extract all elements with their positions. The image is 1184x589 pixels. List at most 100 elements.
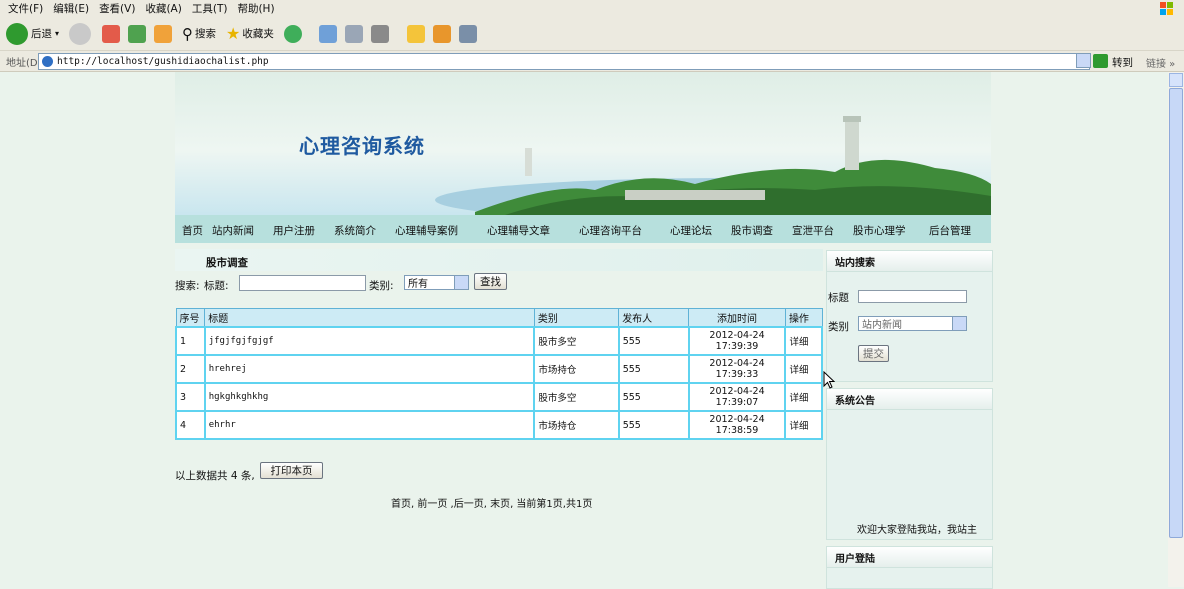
favorites-button[interactable]: ★ 收藏夹 — [226, 24, 274, 43]
chevron-down-icon: ▾ — [55, 29, 60, 38]
survey-table: 序号 标题 类别 发布人 添加时间 操作 1 jfgjfgjfgjgf 股市多空… — [175, 308, 823, 440]
go-button[interactable]: 转到 — [1112, 55, 1133, 70]
cell-no: 1 — [175, 326, 206, 356]
sidebar-category-value: 站内新闻 — [862, 320, 902, 331]
menu-file[interactable]: 文件(F) — [8, 1, 43, 16]
cell-title: jfgjfgjfgjgf — [203, 326, 536, 356]
notice-box: 系统公告 欢迎大家登陆我站，我站主 — [826, 388, 993, 540]
menu-favorites[interactable]: 收藏(A) — [145, 1, 181, 16]
nav-cases[interactable]: 心理辅导案例 — [395, 223, 458, 238]
sidebar-title-input[interactable] — [858, 290, 967, 303]
notice-text: 欢迎大家登陆我站，我站主 — [857, 525, 977, 536]
messenger-icon[interactable] — [432, 24, 451, 43]
col-header-time: 添加时间 — [688, 308, 786, 328]
cell-publisher: 555 — [617, 354, 690, 384]
table-row: 1 jfgjfgjfgjgf 股市多空 555 2012-04-24 17:39:… — [175, 326, 823, 356]
cell-title: ehrhr — [203, 410, 536, 440]
nav-survey[interactable]: 股市调查 — [731, 223, 773, 238]
sidebar-category-select[interactable]: 站内新闻 — [858, 316, 967, 331]
detail-link[interactable]: 详细 — [784, 354, 823, 384]
mail-icon[interactable] — [318, 24, 337, 43]
sidebar: 站内搜索 标题 类别 站内新闻 提交 系统公告 欢迎大家登陆我站，我站主 用户登… — [826, 250, 993, 589]
back-label: 后退 — [31, 28, 52, 40]
pagination[interactable]: 首页, 前一页 ,后一页, 末页, 当前第1页,共1页 — [391, 495, 592, 510]
cell-time-text: 17:39:39 — [715, 341, 759, 352]
menu-edit[interactable]: 编辑(E) — [53, 1, 89, 16]
page-title: 股市调查 — [206, 257, 248, 269]
site-search-heading: 站内搜索 — [827, 251, 992, 272]
site-banner: 心理咨询系统 — [175, 72, 991, 215]
cell-no: 2 — [175, 354, 206, 384]
windows-logo-icon — [1160, 2, 1173, 15]
cell-category: 市场持仓 — [533, 410, 620, 440]
forward-arrow-icon[interactable] — [69, 22, 92, 45]
detail-link[interactable]: 详细 — [784, 382, 823, 412]
notice-heading: 系统公告 — [827, 389, 992, 410]
search-label: 搜索 — [195, 28, 217, 40]
links-button[interactable]: 链接 » — [1146, 55, 1175, 70]
cell-category: 股市多空 — [533, 382, 620, 412]
cell-time-text: 17:39:33 — [715, 369, 759, 380]
cell-date-text: 2012-04-24 — [709, 386, 765, 397]
nav-home[interactable]: 首页 — [182, 223, 203, 238]
cell-time: 2012-04-24 17:39:07 — [687, 382, 787, 412]
search-button[interactable]: ⚲ 搜索 — [182, 25, 216, 43]
cell-no: 3 — [175, 382, 206, 412]
home-icon[interactable] — [154, 24, 173, 43]
detail-link[interactable]: 详细 — [784, 410, 823, 440]
detail-link[interactable]: 详细 — [784, 326, 823, 356]
site-search-box: 站内搜索 标题 类别 站内新闻 提交 — [826, 250, 993, 382]
main-content: 股市调查 搜索: 标题: 类别: 所有 查找 序号 标题 类别 发布人 添加时间… — [175, 247, 823, 587]
star-icon: ★ — [226, 24, 241, 43]
nav-consult[interactable]: 心理咨询平台 — [579, 223, 642, 238]
scroll-up-icon[interactable] — [1169, 73, 1183, 87]
nav-about[interactable]: 系统简介 — [334, 223, 376, 238]
cell-date-text: 2012-04-24 — [709, 330, 765, 341]
stop-icon[interactable] — [102, 24, 121, 43]
col-header-title: 标题 — [204, 308, 535, 328]
cell-title: hgkghkghkhg — [203, 382, 536, 412]
menu-view[interactable]: 查看(V) — [99, 1, 135, 16]
col-header-action: 操作 — [784, 308, 823, 328]
mouse-cursor-icon — [823, 371, 835, 389]
print-icon[interactable] — [344, 24, 363, 43]
col-header-category: 类别 — [533, 308, 620, 328]
title-search-input[interactable] — [239, 275, 366, 291]
print-page-button[interactable]: 打印本页 — [260, 462, 323, 479]
go-arrow-icon[interactable] — [1093, 54, 1108, 68]
cell-publisher: 555 — [617, 382, 690, 412]
nav-forum[interactable]: 心理论坛 — [670, 223, 712, 238]
menu-help[interactable]: 帮助(H) — [237, 1, 274, 16]
nav-news[interactable]: 站内新闻 — [212, 223, 254, 238]
find-button[interactable]: 查找 — [474, 273, 507, 290]
nav-psychology[interactable]: 股市心理学 — [853, 223, 906, 238]
menu-tools[interactable]: 工具(T) — [192, 1, 228, 16]
record-count: 以上数据共 4 条, — [175, 470, 255, 482]
chevron-down-icon — [952, 317, 966, 330]
page-title-bar — [175, 249, 823, 271]
login-box: 用户登陆 — [826, 546, 993, 589]
back-button[interactable]: 后退 ▾ — [6, 22, 60, 45]
address-dropdown-icon[interactable] — [1076, 53, 1091, 68]
nav-articles[interactable]: 心理辅导文章 — [487, 223, 550, 238]
nav-vent[interactable]: 宣泄平台 — [792, 223, 834, 238]
nav-register[interactable]: 用户注册 — [273, 223, 315, 238]
edit-icon[interactable] — [370, 24, 389, 43]
cell-time: 2012-04-24 17:38:59 — [687, 410, 787, 440]
table-row: 4 ehrhr 市场持仓 555 2012-04-24 17:38:59 详细 — [175, 410, 823, 440]
address-input[interactable]: http://localhost/gushidiaochalist.php — [38, 53, 1090, 70]
scroll-thumb[interactable] — [1169, 88, 1183, 538]
research-icon[interactable] — [458, 24, 477, 43]
cell-time: 2012-04-24 17:39:39 — [687, 326, 787, 356]
vertical-scrollbar[interactable] — [1168, 72, 1184, 587]
cell-category: 股市多空 — [533, 326, 620, 356]
nav-admin[interactable]: 后台管理 — [929, 223, 971, 238]
history-icon[interactable] — [283, 24, 302, 43]
refresh-icon[interactable] — [128, 24, 147, 43]
sidebar-submit-button[interactable]: 提交 — [858, 345, 889, 362]
favorites-label: 收藏夹 — [242, 28, 274, 40]
folder-icon[interactable] — [406, 24, 425, 43]
col-header-publisher: 发布人 — [618, 308, 690, 328]
category-select[interactable]: 所有 — [404, 275, 469, 290]
main-nav: 首页 站内新闻 用户注册 系统简介 心理辅导案例 心理辅导文章 心理咨询平台 心… — [175, 215, 991, 243]
